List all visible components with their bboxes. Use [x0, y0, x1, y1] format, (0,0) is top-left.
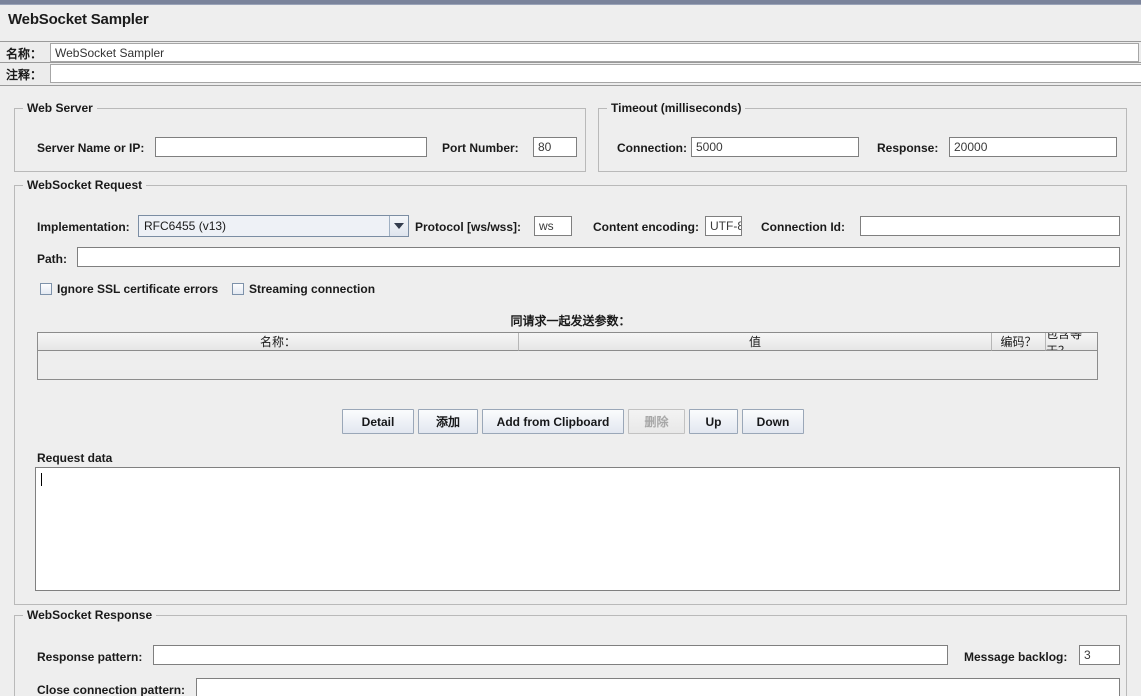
table-header-row: 名称： 值 编码？ 包含等于？ [38, 333, 1097, 351]
ignore-ssl-label: Ignore SSL certificate errors [57, 282, 219, 296]
table-body [38, 351, 1097, 379]
connection-id-input[interactable] [860, 216, 1120, 236]
protocol-input[interactable]: ws [534, 216, 572, 236]
column-header-value[interactable]: 值 [519, 333, 992, 351]
implementation-combobox[interactable]: RFC6455 (v13) [138, 215, 409, 237]
message-backlog-label: Message backlog: [964, 650, 1068, 664]
message-backlog-input[interactable]: 3 [1079, 645, 1120, 665]
column-header-include-equals[interactable]: 包含等于？ [1046, 333, 1097, 351]
path-input[interactable] [77, 247, 1120, 267]
page-title: WebSocket Sampler [8, 11, 149, 28]
detail-button[interactable]: Detail [342, 409, 414, 434]
column-header-name[interactable]: 名称： [38, 333, 519, 351]
comment-label: 注释： [6, 68, 43, 82]
column-header-encode[interactable]: 编码？ [992, 333, 1046, 351]
timeout-group: Timeout (milliseconds) Connection: 5000 … [598, 101, 1127, 172]
window-accent-bar [0, 0, 1141, 5]
request-data-textarea[interactable] [35, 467, 1120, 591]
text-caret [41, 473, 42, 486]
content-encoding-input[interactable]: UTF-8 [705, 216, 742, 236]
path-label: Path: [37, 252, 67, 266]
content-encoding-label: Content encoding: [593, 220, 699, 234]
web-server-legend: Web Server [23, 101, 97, 115]
websocket-sampler-window: WebSocket Sampler 名称： WebSocket Sampler … [0, 0, 1141, 696]
server-name-label: Server Name or IP: [37, 141, 145, 155]
implementation-label: Implementation: [37, 220, 130, 234]
delete-button: 删除 [628, 409, 685, 434]
chevron-down-icon[interactable] [389, 216, 408, 236]
name-row: 名称： WebSocket Sampler [0, 41, 1141, 63]
close-connection-pattern-input[interactable] [196, 678, 1120, 696]
web-server-group: Web Server Server Name or IP: Port Numbe… [14, 101, 586, 172]
connection-id-label: Connection Id: [761, 220, 845, 234]
close-connection-pattern-label: Close connection pattern: [37, 683, 186, 696]
streaming-connection-checkbox[interactable]: Streaming connection [232, 282, 375, 296]
timeout-legend: Timeout (milliseconds) [607, 101, 746, 115]
add-button[interactable]: 添加 [418, 409, 478, 434]
params-caption: 同请求一起发送参数： [510, 314, 631, 328]
add-from-clipboard-button[interactable]: Add from Clipboard [482, 409, 624, 434]
parameters-table[interactable]: 名称： 值 编码？ 包含等于？ [37, 332, 1098, 380]
comment-input[interactable] [50, 64, 1141, 83]
port-number-label: Port Number: [442, 141, 519, 155]
timeout-connection-input[interactable]: 5000 [691, 137, 859, 157]
response-pattern-label: Response pattern: [37, 650, 143, 664]
websocket-request-legend: WebSocket Request [23, 178, 147, 192]
checkbox-box-icon[interactable] [232, 283, 244, 295]
streaming-connection-label: Streaming connection [249, 282, 376, 296]
request-data-label: Request data [37, 451, 113, 465]
up-button[interactable]: Up [689, 409, 738, 434]
response-pattern-input[interactable] [153, 645, 948, 665]
server-name-input[interactable] [155, 137, 427, 157]
websocket-request-group: WebSocket Request Implementation: RFC645… [14, 178, 1127, 605]
comment-row: 注释： [0, 63, 1141, 86]
port-number-input[interactable]: 80 [533, 137, 577, 157]
timeout-response-input[interactable]: 20000 [949, 137, 1117, 157]
implementation-value: RFC6455 (v13) [144, 219, 227, 233]
websocket-response-group: WebSocket Response Response pattern: Mes… [14, 608, 1127, 696]
ignore-ssl-checkbox[interactable]: Ignore SSL certificate errors [40, 282, 218, 296]
websocket-response-legend: WebSocket Response [23, 608, 157, 622]
checkbox-box-icon[interactable] [40, 283, 52, 295]
timeout-connection-label: Connection: [617, 141, 687, 155]
timeout-response-label: Response: [877, 141, 939, 155]
down-button[interactable]: Down [742, 409, 804, 434]
name-input[interactable]: WebSocket Sampler [50, 43, 1139, 62]
name-label: 名称： [6, 47, 43, 61]
protocol-label: Protocol [ws/wss]: [415, 220, 522, 234]
